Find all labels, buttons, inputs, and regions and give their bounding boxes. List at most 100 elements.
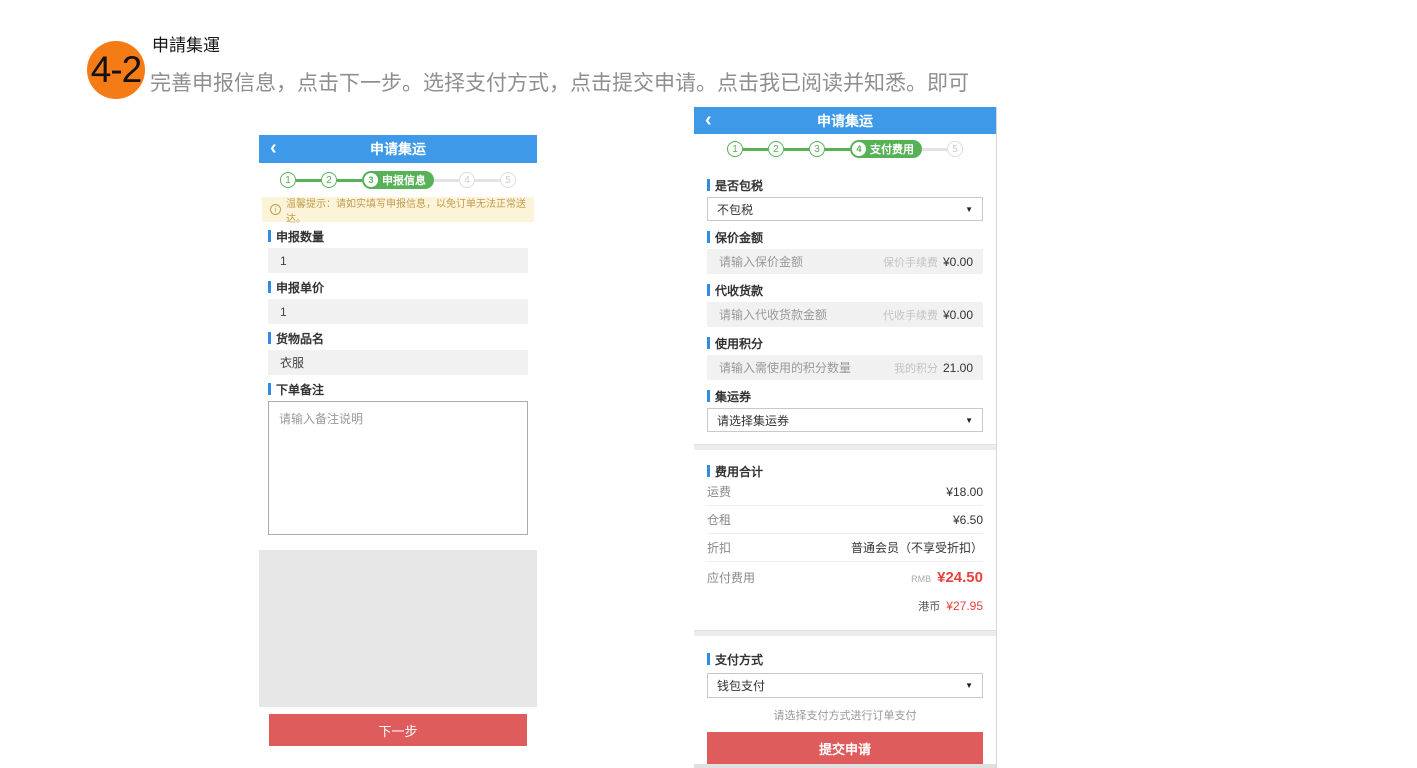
chevron-down-icon: ▼ bbox=[965, 205, 973, 214]
payment-method-label-text: 支付方式 bbox=[715, 651, 763, 668]
payment-method-label: 支付方式 bbox=[707, 652, 983, 666]
step-line bbox=[296, 179, 321, 182]
step-circle-2: 2 bbox=[768, 141, 784, 157]
payment-note: 请选择支付方式进行订单支付 bbox=[707, 707, 983, 723]
left-app-title: 申请集运 bbox=[370, 139, 426, 159]
cod-label-text: 代收货款 bbox=[715, 282, 763, 299]
cod-label: 代收货款 bbox=[707, 283, 983, 297]
step-line bbox=[825, 148, 850, 151]
active-step-pill: 4 支付费用 bbox=[850, 140, 922, 158]
right-step-indicator: 1 2 3 4 支付费用 5 bbox=[694, 134, 996, 164]
label-bar bbox=[707, 465, 710, 477]
tax-label: 是否包税 bbox=[707, 178, 983, 192]
tax-selected-value: 不包税 bbox=[717, 201, 753, 218]
step-line bbox=[743, 148, 768, 151]
payable-name: 应付费用 bbox=[707, 569, 755, 586]
right-app-header: ‹ 申请集运 bbox=[694, 107, 996, 134]
chevron-down-icon: ▼ bbox=[965, 416, 973, 425]
page: 4-2 申請集運 完善申报信息，点击下一步。选择支付方式，点击提交申请。点击我已… bbox=[0, 0, 1417, 768]
step-circle-4: 4 bbox=[459, 172, 475, 188]
payable-row: 应付费用 RMB ¥24.50 bbox=[707, 562, 983, 592]
insurance-input[interactable]: 请输入保价金额 保价手续费 ¥0.00 bbox=[707, 249, 983, 274]
fee-name: 仓租 bbox=[707, 511, 731, 528]
step-circle-5: 5 bbox=[947, 141, 963, 157]
declare-price-label: 申报单价 bbox=[268, 280, 528, 294]
section-divider bbox=[694, 630, 996, 636]
label-bar bbox=[268, 281, 271, 293]
active-step-pill: 3 申报信息 bbox=[362, 171, 434, 189]
declare-price-input[interactable]: 1 bbox=[268, 299, 528, 324]
points-label-text: 使用积分 bbox=[715, 335, 763, 352]
declare-qty-value: 1 bbox=[280, 254, 287, 268]
insurance-label-text: 保价金额 bbox=[715, 229, 763, 246]
order-remark-label: 下单备注 bbox=[268, 382, 528, 396]
order-remark-label-text: 下单备注 bbox=[276, 381, 324, 398]
payment-method-select[interactable]: 钱包支付 ▼ bbox=[707, 673, 983, 698]
cod-fee-value: ¥0.00 bbox=[943, 308, 973, 322]
goods-name-input[interactable]: 衣服 bbox=[268, 350, 528, 375]
fee-total-label-text: 费用合计 bbox=[715, 463, 763, 480]
instruction-text: 完善申报信息，点击下一步。选择支付方式，点击提交申请。点击我已阅读并知悉。即可 bbox=[150, 67, 969, 97]
page-title: 申請集運 bbox=[152, 31, 220, 56]
payable-currency: RMB bbox=[911, 574, 931, 584]
hkd-amount: ¥27.95 bbox=[946, 599, 983, 613]
left-step-indicator: 1 2 3 申报信息 4 5 bbox=[259, 163, 537, 197]
step-circle-1: 1 bbox=[727, 141, 743, 157]
next-step-button[interactable]: 下一步 bbox=[269, 714, 527, 746]
tax-select[interactable]: 不包税 ▼ bbox=[707, 197, 983, 221]
active-step-label: 申报信息 bbox=[382, 172, 426, 188]
fee-name: 运费 bbox=[707, 483, 731, 500]
step-line bbox=[922, 148, 947, 151]
step-line bbox=[434, 179, 459, 182]
back-icon[interactable]: ‹ bbox=[705, 107, 712, 135]
cod-placeholder: 请输入代收货款金额 bbox=[719, 306, 827, 323]
my-points-value: 21.00 bbox=[943, 361, 973, 375]
my-points-label: 我的积分 bbox=[894, 360, 938, 376]
cod-fee-label: 代收手续费 bbox=[883, 307, 938, 323]
points-input[interactable]: 请输入需使用的积分数量 我的积分 21.00 bbox=[707, 355, 983, 380]
step-line bbox=[475, 179, 500, 182]
fee-name: 折扣 bbox=[707, 539, 731, 556]
screen-payment-fee: ‹ 申请集运 1 2 3 4 支付费用 5 是否包税 不包税 ▼ bbox=[694, 107, 997, 768]
payable-amount: ¥24.50 bbox=[937, 569, 983, 586]
points-label: 使用积分 bbox=[707, 336, 983, 350]
payment-selected-value: 钱包支付 bbox=[717, 677, 765, 694]
screen-declaration-info: ‹ 申请集运 1 2 3 申报信息 4 5 i 温馨提示：请如实填写申报信息，以… bbox=[259, 135, 537, 746]
fee-value: 普通会员（不享受折扣） bbox=[851, 539, 983, 556]
left-app-header: ‹ 申请集运 bbox=[259, 135, 537, 163]
coupon-label: 集运券 bbox=[707, 389, 983, 403]
step-circle-5: 5 bbox=[500, 172, 516, 188]
label-bar bbox=[707, 231, 710, 243]
step-circle-1: 1 bbox=[280, 172, 296, 188]
step-circle-2: 2 bbox=[321, 172, 337, 188]
coupon-label-text: 集运券 bbox=[715, 388, 751, 405]
insurance-fee-value: ¥0.00 bbox=[943, 255, 973, 269]
fee-row-storage: 仓租 ¥6.50 bbox=[707, 506, 983, 534]
fee-value: ¥6.50 bbox=[953, 513, 983, 527]
insurance-placeholder: 请输入保价金额 bbox=[719, 253, 803, 270]
insurance-fee-label: 保价手续费 bbox=[883, 254, 938, 270]
declare-price-value: 1 bbox=[280, 305, 287, 319]
info-icon: i bbox=[270, 204, 281, 215]
submit-application-button[interactable]: 提交申请 bbox=[707, 732, 983, 765]
cod-input[interactable]: 请输入代收货款金额 代收手续费 ¥0.00 bbox=[707, 302, 983, 327]
coupon-select[interactable]: 请选择集运券 ▼ bbox=[707, 408, 983, 432]
tax-label-text: 是否包税 bbox=[715, 177, 763, 194]
label-bar bbox=[268, 332, 271, 344]
order-remark-textarea[interactable] bbox=[268, 401, 528, 535]
fee-value: ¥18.00 bbox=[946, 485, 983, 499]
label-bar bbox=[268, 383, 271, 395]
declare-qty-label: 申报数量 bbox=[268, 229, 528, 243]
image-placeholder-area bbox=[259, 550, 537, 707]
goods-name-label-text: 货物品名 bbox=[276, 330, 324, 347]
active-step-label: 支付费用 bbox=[870, 141, 914, 157]
fee-total-label: 费用合计 bbox=[707, 464, 983, 478]
warm-notice-banner: i 温馨提示：请如实填写申报信息，以免订单无法正常送达。 bbox=[262, 197, 534, 222]
back-icon[interactable]: ‹ bbox=[270, 135, 277, 163]
step-number-badge: 4-2 bbox=[87, 41, 145, 99]
label-bar bbox=[707, 179, 710, 191]
coupon-selected-value: 请选择集运券 bbox=[717, 412, 789, 429]
points-placeholder: 请输入需使用的积分数量 bbox=[719, 359, 851, 376]
declare-qty-label-text: 申报数量 bbox=[276, 228, 324, 245]
declare-qty-input[interactable]: 1 bbox=[268, 248, 528, 273]
